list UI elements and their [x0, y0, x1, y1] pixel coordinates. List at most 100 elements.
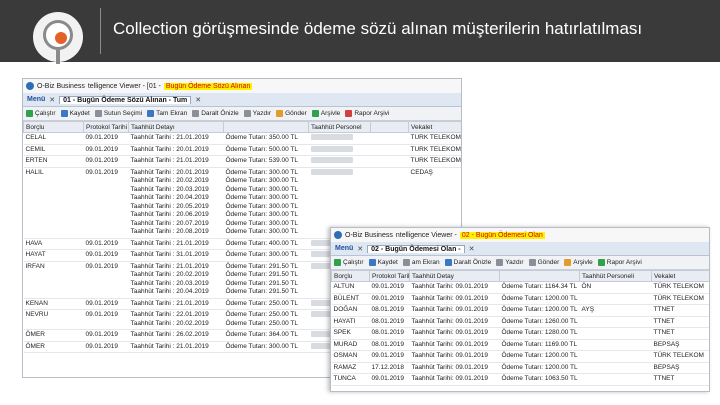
toolbar-button[interactable]: am Ekran [402, 259, 440, 266]
tab-report-01[interactable]: 01 - Bugün Ödeme Sözü Alınan - Tum [59, 95, 192, 104]
table-row[interactable]: ERTEN 09.01.2019 Taahhüt Tarihi : 21.01.20… [23, 155, 461, 168]
close-icon[interactable]: ✕ [49, 96, 55, 104]
toolbar-button[interactable]: Kaydet [368, 259, 398, 266]
table-row[interactable]: DOĞAN 08.01.2019 Taahhüt Tarihi: 09.01.201… [331, 304, 709, 317]
toolbar-button[interactable]: Gönder [528, 259, 559, 266]
table-row[interactable]: CELAL 09.01.2019 Taahhüt Tarihi : 21.01.20… [23, 132, 461, 145]
column-header[interactable]: Protokol Tarihi [369, 270, 410, 282]
column-header[interactable]: Taahhüt Personeli [579, 270, 652, 282]
table-cell: Taahhüt Tarihi : 21.01.2019 [128, 238, 224, 250]
toolbar-icon [276, 110, 284, 117]
table-cell: Taahhüt Tarihi : 26.02.2019 [128, 329, 224, 342]
table-cell: Taahhüt Tarihi : 21.01.2019 [128, 132, 224, 145]
toolbar-button[interactable]: Rapor Arşivi [597, 259, 642, 266]
table-cell: CELAL [23, 132, 84, 145]
toolbar-icon [402, 259, 410, 266]
column-header[interactable]: Vekalet [408, 121, 461, 133]
toolbar-button[interactable]: Tam Ekran [147, 110, 187, 117]
table-cell: OSMAN [331, 350, 370, 363]
toolbar-button[interactable]: Çalıştır [26, 110, 56, 117]
table-cell [579, 373, 652, 386]
toolbar-button-label: Rapor Arşivi [606, 259, 642, 266]
redacted-text [310, 157, 353, 164]
toolbar-button-label: Daralt Önizle [201, 110, 239, 117]
column-header[interactable]: Taahhüt Detay [409, 270, 500, 282]
table-cell: 09.01.2019 [83, 261, 129, 299]
table-cell: 09.01.2019 [83, 329, 129, 342]
toolbar-button[interactable]: Yazdır [243, 110, 271, 117]
column-header[interactable]: Borçlu [331, 270, 370, 282]
table-row[interactable]: RAMAZ 17.12.2018 Taahhüt Tarihi: 09.01.201… [331, 362, 709, 374]
table-cell: TTNET [651, 327, 709, 340]
table-row[interactable]: ALTUN 09.01.2019 Taahhüt Tarihi: 09.01.201… [331, 281, 709, 294]
table-cell: 09.01.2019 [83, 155, 129, 168]
toolbar-button[interactable]: Gönder [276, 110, 307, 117]
toolbar-button-label: Gönder [285, 110, 307, 117]
menu-button[interactable]: Menü [335, 245, 353, 252]
table-cell: ALTUN [331, 281, 370, 294]
tab-report-02[interactable]: 02 - Bugün Ödemesi Olan - [367, 244, 465, 253]
logo-stem-icon [56, 50, 60, 64]
toolbar-button[interactable]: Daralt Önizle [192, 110, 239, 117]
table-row[interactable]: HAYATI 08.01.2019 Taahhüt Tarihi: 09.01.20… [331, 316, 709, 328]
toolbar-icon [345, 110, 353, 117]
column-header[interactable]: Taahhüt Detayı [128, 121, 224, 133]
toolbar-button[interactable]: Arşivle [564, 259, 593, 266]
table-cell [579, 327, 652, 340]
toolbar-button[interactable]: Yazdır [496, 259, 524, 266]
column-header[interactable] [499, 270, 580, 282]
table-cell: Ödeme Tutarı: 300.00 TL [223, 341, 309, 353]
column-header[interactable]: Borçlu [23, 121, 84, 133]
tab-close-icon[interactable]: ✕ [195, 96, 201, 104]
toolbar-button[interactable]: Kaydet [60, 110, 90, 117]
table-cell: 09.01.2019 [83, 309, 129, 330]
table-row[interactable]: TUNCA 09.01.2019 Taahhüt Tarihi: 09.01.201… [331, 373, 709, 386]
toolbar-icon [60, 110, 68, 117]
table-cell: Taahhüt Tarihi: 09.01.2019 [409, 373, 500, 386]
table-cell: Ödeme Tutarı: 1200.00 TL [499, 293, 580, 305]
logo [33, 12, 83, 64]
table-cell: Ödeme Tutarı: 1200.00 TL [499, 304, 580, 317]
column-header[interactable] [370, 121, 409, 133]
table-row[interactable]: SPEK 08.01.2019 Taahhüt Tarihi: 09.01.2019… [331, 327, 709, 340]
table-cell: 09.01.2019 [83, 298, 129, 310]
toolbar-button[interactable]: Sutun Seçimi [94, 110, 142, 117]
column-header[interactable]: Protokol Tarihi [83, 121, 129, 133]
toolbar-button[interactable]: Daralt Önizle [444, 259, 491, 266]
table-cell: Ödeme Tutarı: 291.50 TL Ödeme Tutarı: 291… [223, 261, 309, 299]
column-header[interactable]: Vekalet [651, 270, 709, 282]
table-row[interactable]: OSMAN 09.01.2019 Taahhüt Tarihi: 09.01.201… [331, 350, 709, 363]
table-cell: Taahhüt Tarihi : 20.01.2019 Taahhüt Tarih… [128, 167, 224, 239]
table-cell [308, 132, 371, 145]
column-header[interactable] [223, 121, 309, 133]
table-cell: 08.01.2019 [369, 316, 410, 328]
toolbar-button[interactable]: Çalıştır [334, 259, 364, 266]
table-cell: RAMAZ [331, 362, 370, 374]
table-cell: Ödeme Tutarı: 1200.00 TL [499, 362, 580, 374]
table-cell: HAYATI [331, 316, 370, 328]
close-icon[interactable]: ✕ [357, 245, 363, 253]
table-row[interactable]: BÜLENT 09.01.2019 Taahhüt Tarihi: 09.01.20… [331, 293, 709, 305]
toolbar-button-label: am Ekran [411, 259, 440, 266]
table-cell: DOĞAN [331, 304, 370, 317]
table-cell [308, 144, 371, 156]
table-cell: ÖMER [23, 341, 84, 353]
table-cell: Ödeme Tutarı: 500.00 TL [223, 144, 309, 156]
toolbar-button[interactable]: Rapor Arşivi [345, 110, 389, 117]
table-row[interactable]: CEMIL 09.01.2019 Taahhüt Tarihi : 20.01.20… [23, 144, 461, 156]
window-2-tabbar: Menü ✕ 02 - Bugün Ödemesi Olan - ✕ [331, 242, 709, 256]
app-icon [334, 231, 342, 239]
table-cell: Taahhüt Tarihi : 31.01.2019 [128, 249, 224, 262]
window-2-titlebar: O-Biz Business ntelligence Viewer - 02 -… [331, 228, 709, 242]
table-cell: 08.01.2019 [369, 327, 410, 340]
column-header[interactable]: Taahhüt Personel [308, 121, 371, 133]
toolbar-button[interactable]: Arşivle [311, 110, 340, 117]
toolbar-icon [334, 259, 341, 266]
tab-close-icon[interactable]: ✕ [469, 245, 475, 253]
menu-button[interactable]: Menü [27, 96, 45, 103]
table-cell: 09.01.2019 [369, 373, 410, 386]
app-icon [26, 82, 34, 90]
table-row[interactable]: MURAD 08.01.2019 Taahhüt Tarihi: 09.01.201… [331, 339, 709, 351]
window-1-title-prefix: O-Biz Business [37, 82, 85, 90]
table-cell: ÖN [579, 281, 652, 294]
